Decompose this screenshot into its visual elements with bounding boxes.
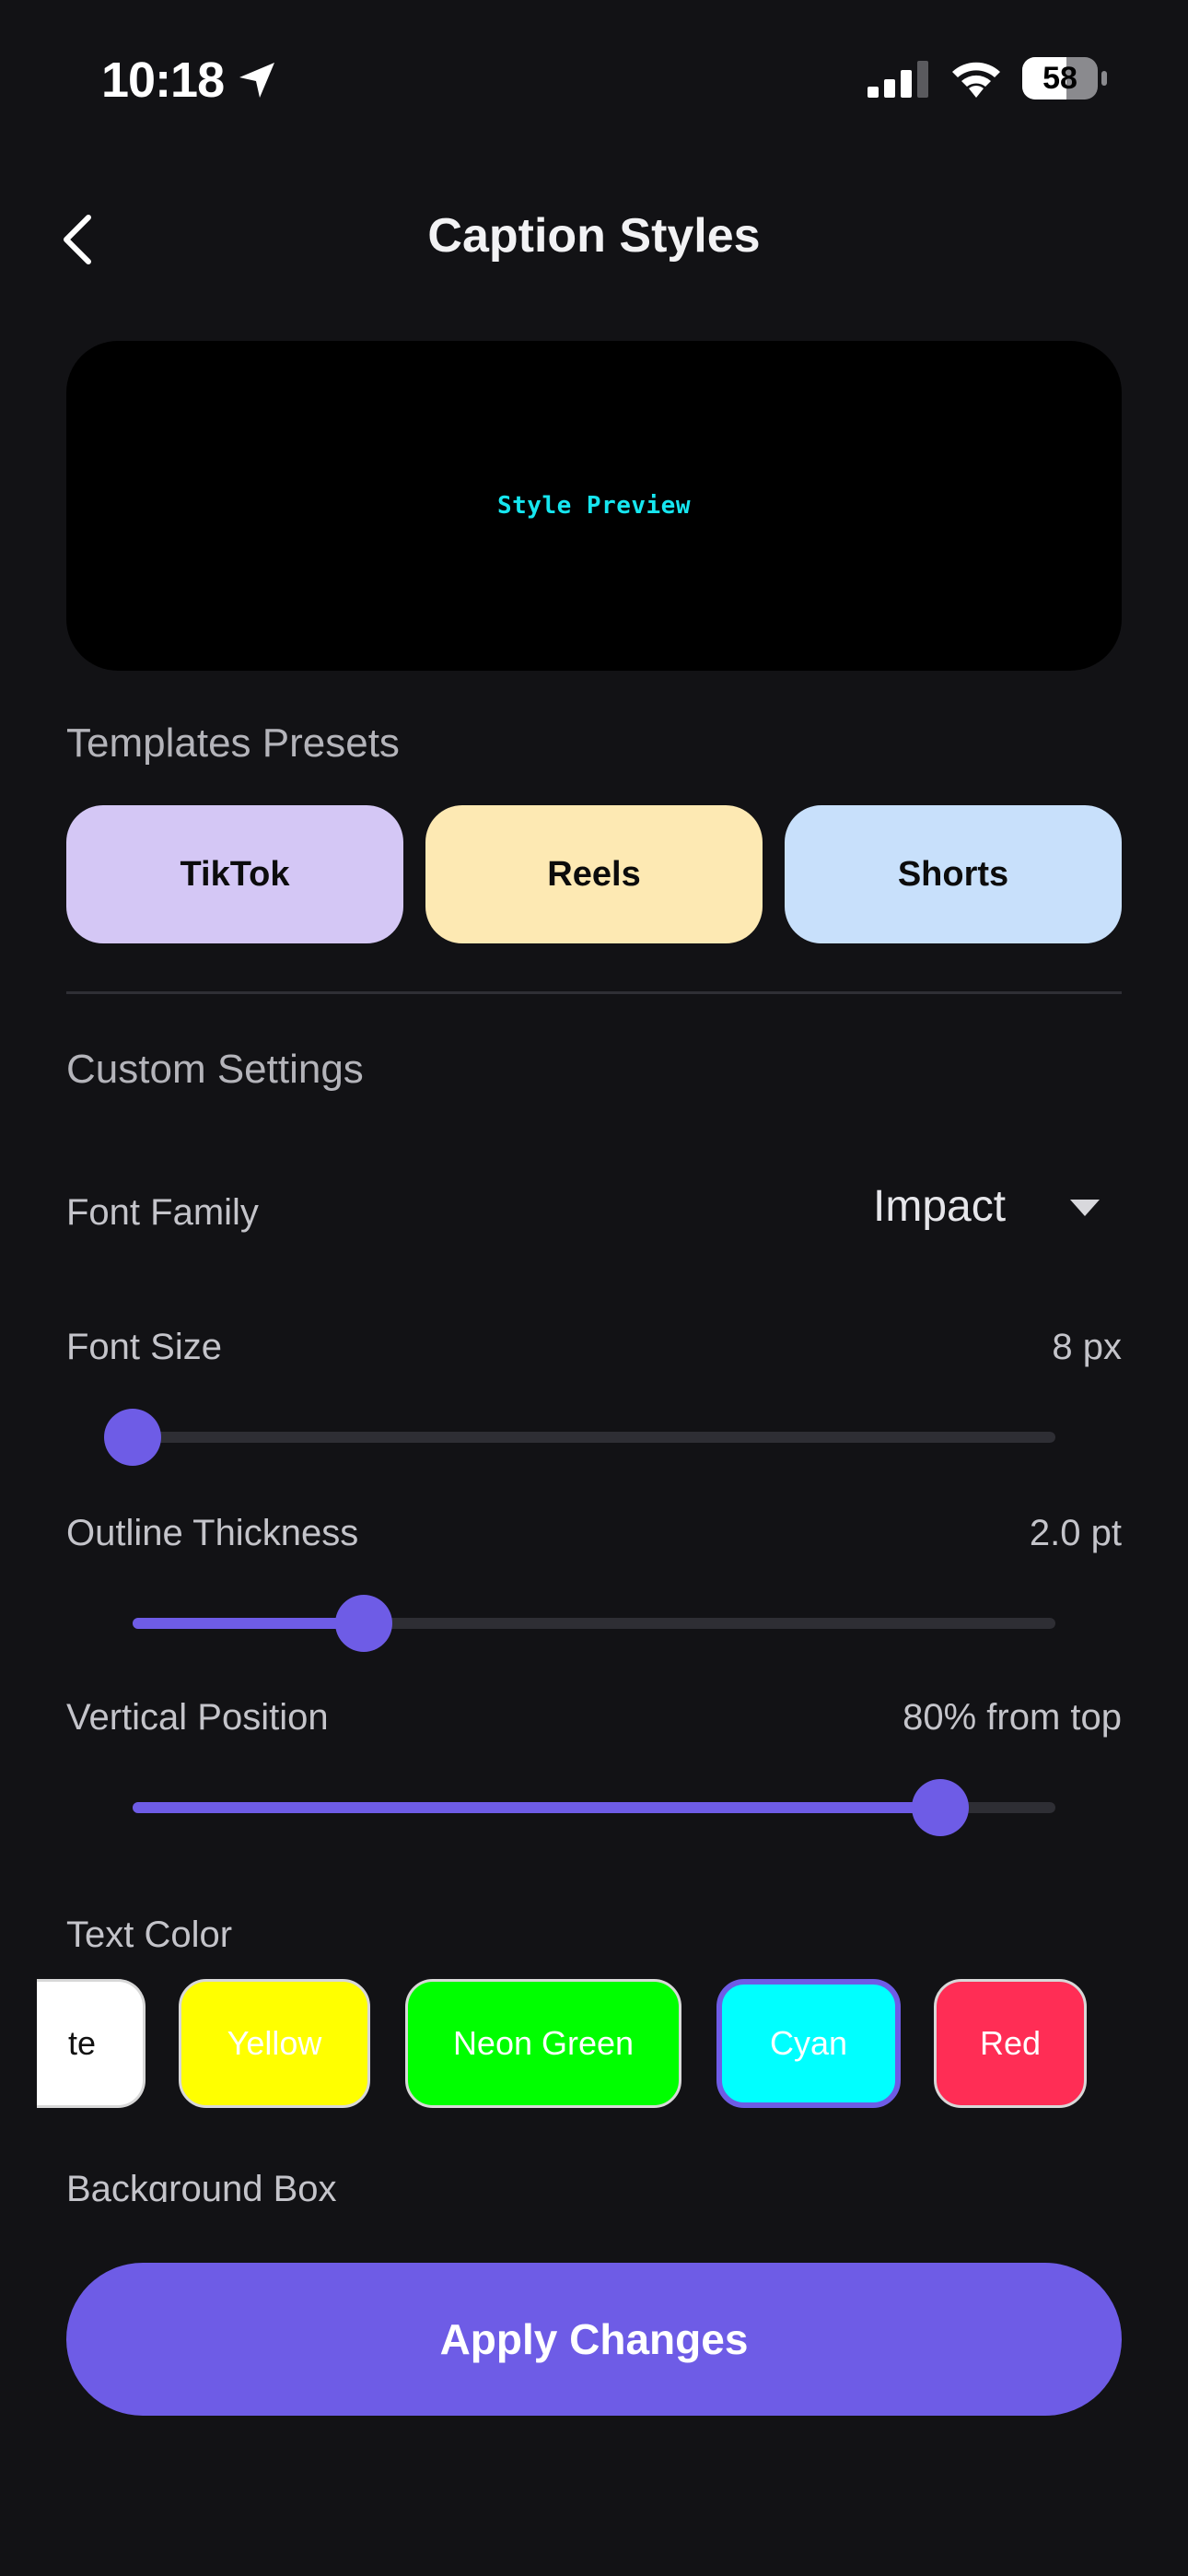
- slider-thumb[interactable]: [104, 1409, 161, 1466]
- preset-reels-button[interactable]: Reels: [425, 805, 763, 943]
- apply-changes-button[interactable]: Apply Changes: [66, 2263, 1122, 2416]
- slider-thumb[interactable]: [911, 1779, 969, 1836]
- style-preview-panel: Style Preview: [66, 341, 1122, 671]
- slider-fill: [133, 1802, 940, 1813]
- background-box-label: Background Box: [66, 2169, 337, 2202]
- templates-presets-heading: Templates Presets: [66, 720, 400, 766]
- font-size-value: 8 px: [1052, 1327, 1122, 1367]
- outline-thickness-value: 2.0 pt: [1029, 1513, 1122, 1553]
- color-option-neon-green[interactable]: Neon Green: [405, 1979, 681, 2108]
- status-time: 10:18: [101, 53, 225, 108]
- vertical-position-label: Vertical Position: [66, 1697, 329, 1738]
- slider-thumb[interactable]: [334, 1595, 392, 1652]
- color-option-yellow[interactable]: Yellow: [179, 1979, 370, 2108]
- outline-thickness-label: Outline Thickness: [66, 1513, 359, 1553]
- battery-percentage: 58: [1042, 61, 1077, 96]
- style-preview-text: Style Preview: [497, 492, 691, 520]
- vertical-position-slider[interactable]: [133, 1779, 1055, 1836]
- color-option-cyan-selected[interactable]: Cyan: [716, 1979, 901, 2108]
- page-title: Caption Styles: [427, 209, 761, 263]
- color-option-white[interactable]: te: [37, 1979, 146, 2108]
- outline-thickness-slider[interactable]: [133, 1595, 1055, 1652]
- font-family-label: Font Family: [66, 1192, 259, 1233]
- text-color-label: Text Color: [66, 1914, 233, 1955]
- slider-fill: [133, 1618, 364, 1629]
- location-arrow-icon: [239, 63, 274, 98]
- preset-shorts-button[interactable]: Shorts: [785, 805, 1122, 943]
- caret-down-icon[interactable]: [1070, 1200, 1100, 1216]
- font-size-label: Font Size: [66, 1327, 222, 1367]
- vertical-position-value: 80% from top: [903, 1697, 1122, 1738]
- wifi-icon: [952, 62, 1000, 98]
- custom-settings-heading: Custom Settings: [66, 1047, 364, 1092]
- preset-tiktok-button[interactable]: TikTok: [66, 805, 403, 943]
- font-size-slider[interactable]: [104, 1409, 1055, 1466]
- font-family-dropdown[interactable]: Impact: [873, 1181, 1006, 1232]
- cellular-signal-icon: [868, 61, 928, 98]
- section-divider: [66, 991, 1122, 994]
- color-option-red[interactable]: Red: [934, 1979, 1087, 2108]
- battery-icon: 58: [1022, 57, 1107, 101]
